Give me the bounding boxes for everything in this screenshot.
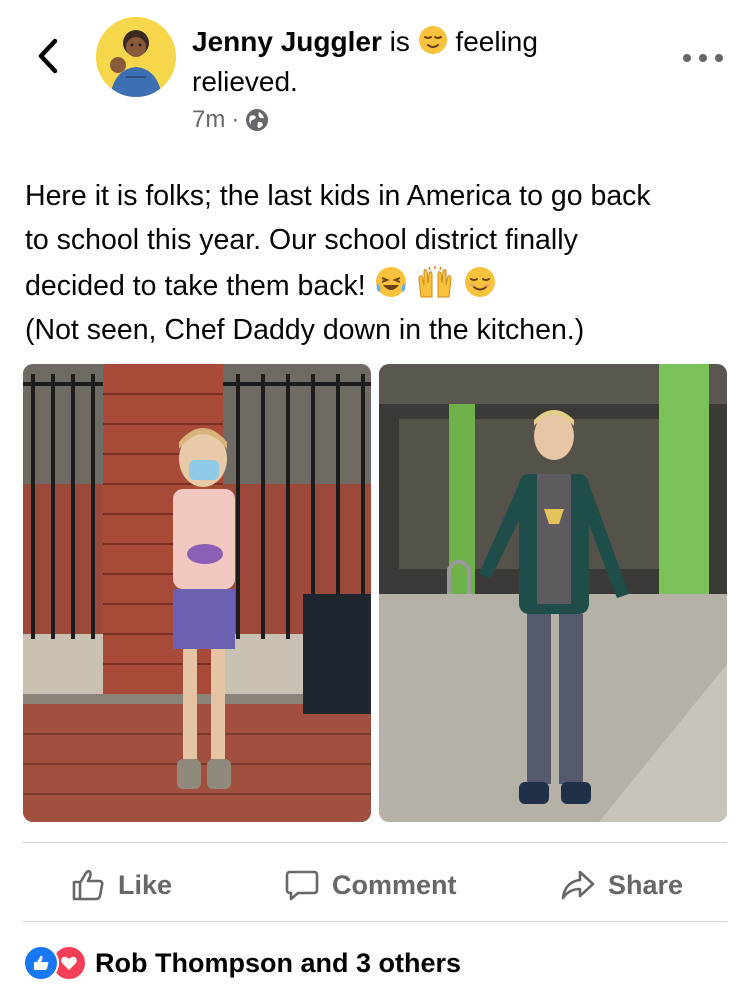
feeling-text: feeling xyxy=(455,26,538,57)
post-line: (Not seen, Chef Daddy down in the kitche… xyxy=(25,314,585,346)
like-label: Like xyxy=(118,869,173,900)
like-reaction-icon xyxy=(23,945,59,981)
thumbs-up-icon xyxy=(72,869,104,901)
post-time[interactable]: 7m xyxy=(192,106,225,134)
comment-label: Comment xyxy=(332,869,457,900)
share-arrow-icon xyxy=(561,870,595,900)
post-meta: 7m · xyxy=(192,106,269,134)
author-avatar[interactable] xyxy=(96,17,176,97)
relieved-face-emoji-icon xyxy=(465,267,496,297)
reactions-text: Rob Thompson and 3 others xyxy=(95,947,462,978)
post-line: decided to take them back! xyxy=(25,264,725,308)
photo-boy-image xyxy=(379,364,727,822)
post-line: to school this year. Our school district… xyxy=(25,224,578,256)
chevron-left-icon xyxy=(38,38,58,74)
post-line: Here it is folks; the last kids in Ameri… xyxy=(25,180,651,212)
raised-hands-emoji-icon xyxy=(418,266,452,298)
laughing-crying-emoji-icon xyxy=(375,267,406,297)
reactions-summary[interactable]: Rob Thompson and 3 others xyxy=(23,945,461,981)
comment-bubble-icon xyxy=(285,870,319,901)
comment-button[interactable]: Comment xyxy=(284,862,457,908)
back-button[interactable] xyxy=(28,36,68,76)
globe-icon xyxy=(246,109,269,131)
is-text: is xyxy=(389,26,410,57)
feeling-value: relieved. xyxy=(192,66,298,97)
dot-icon xyxy=(699,54,707,62)
post-body: Here it is folks; the last kids in Ameri… xyxy=(25,174,725,352)
post-photo-girl[interactable] xyxy=(23,364,371,822)
post-header: Jenny Juggler is feeling relieved. xyxy=(192,22,662,102)
post-line-text: decided to take them back! xyxy=(25,270,366,302)
meta-separator: · xyxy=(231,106,240,133)
share-label: Share xyxy=(608,869,684,900)
post-photo-boy[interactable] xyxy=(379,364,727,822)
share-button[interactable]: Share xyxy=(560,862,683,908)
more-options-button[interactable] xyxy=(683,48,723,68)
divider-bottom xyxy=(23,921,727,922)
author-name[interactable]: Jenny Juggler xyxy=(192,26,382,57)
avatar-illustration xyxy=(96,17,176,97)
like-button[interactable]: Like xyxy=(70,862,172,908)
relieved-face-icon xyxy=(418,26,447,54)
dot-icon xyxy=(683,54,691,62)
divider-top xyxy=(23,842,727,843)
dot-icon xyxy=(715,54,723,62)
photo-girl-image xyxy=(23,364,371,822)
